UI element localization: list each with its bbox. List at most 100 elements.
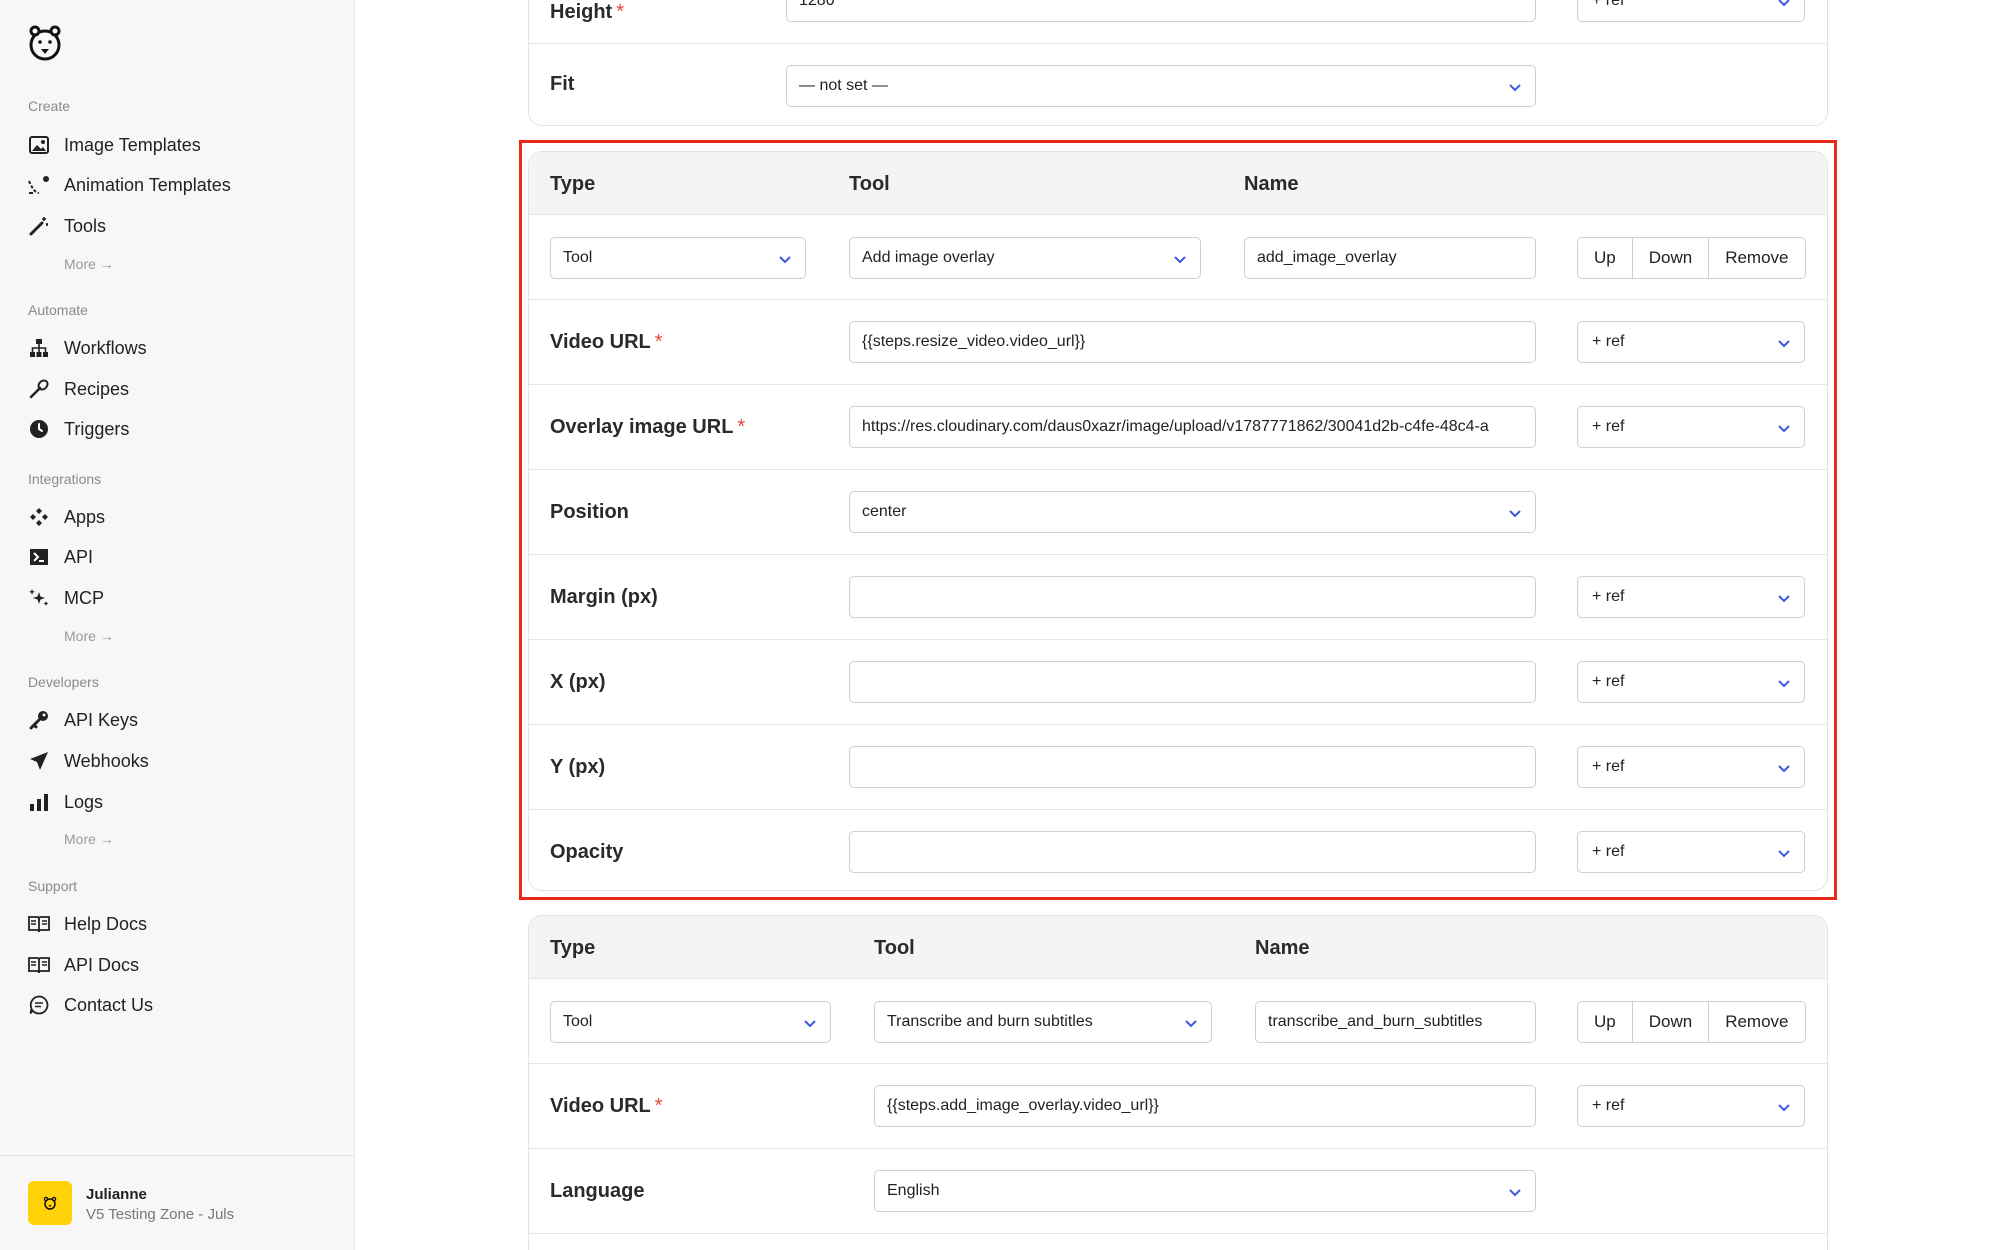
overlay-url-ref-select[interactable]: + ref bbox=[1577, 406, 1805, 448]
opacity-ref-select[interactable]: + ref bbox=[1577, 831, 1805, 873]
type-select[interactable]: Tool bbox=[550, 1001, 831, 1043]
sidebar-item-label: Triggers bbox=[64, 418, 130, 439]
step-config-row: Tool Add image overlay add_image_overlay… bbox=[529, 214, 1827, 299]
sidebar-item-api-docs[interactable]: API Docs bbox=[28, 950, 139, 980]
sidebar-item-label: API Keys bbox=[64, 709, 139, 730]
more-link-integrations[interactable]: More → bbox=[64, 628, 114, 644]
margin-input[interactable] bbox=[849, 576, 1536, 618]
video-url-input[interactable]: {{steps.add_image_overlay.video_url}} bbox=[874, 1085, 1536, 1127]
workspace-name: V5 Testing Zone - Juls bbox=[86, 1206, 235, 1223]
language-select[interactable]: English bbox=[874, 1170, 1536, 1212]
sidebar-item-workflows[interactable]: Workflows bbox=[28, 333, 147, 363]
video-url-ref-select[interactable]: + ref bbox=[1577, 321, 1805, 363]
chevron-down-icon bbox=[779, 256, 791, 264]
avatar bbox=[28, 1181, 72, 1225]
opacity-input[interactable] bbox=[849, 831, 1536, 873]
move-down-button[interactable]: Down bbox=[1631, 1002, 1709, 1042]
height-ref-select[interactable]: + ref bbox=[1577, 0, 1805, 22]
type-header: Type bbox=[550, 173, 596, 195]
chevron-down-icon bbox=[1509, 84, 1521, 92]
sidebar-item-api-keys[interactable]: API Keys bbox=[28, 705, 138, 735]
section-automate: Automate bbox=[28, 302, 88, 318]
position-row: Position center bbox=[529, 469, 1827, 554]
book-icon bbox=[28, 913, 50, 935]
sidebar-item-tools[interactable]: Tools bbox=[28, 211, 106, 241]
sidebar-item-label: Tools bbox=[64, 215, 107, 236]
move-down-button[interactable]: Down bbox=[1631, 238, 1709, 278]
chevron-down-icon bbox=[1509, 510, 1521, 518]
video-url-input[interactable]: {{steps.resize_video.video_url}} bbox=[849, 321, 1536, 363]
spoon-icon bbox=[28, 378, 50, 400]
sidebar-item-label: Logs bbox=[64, 791, 104, 812]
sidebar-item-help-docs[interactable]: Help Docs bbox=[28, 909, 147, 939]
sidebar-item-webhooks[interactable]: Webhooks bbox=[28, 746, 149, 776]
type-select[interactable]: Tool bbox=[550, 237, 806, 279]
section-create: Create bbox=[28, 98, 71, 114]
overlay-url-row: Overlay image URL * https://res.cloudinar… bbox=[529, 384, 1827, 469]
x-ref-select[interactable]: + ref bbox=[1577, 661, 1805, 703]
next-row bbox=[529, 1233, 1827, 1250]
video-url-ref-select[interactable]: + ref bbox=[1577, 1085, 1805, 1127]
fit-label: Fit bbox=[550, 73, 575, 95]
step-config-row: Tool Transcribe and burn subtitles trans… bbox=[529, 978, 1827, 1063]
book-icon bbox=[28, 954, 50, 976]
chevron-down-icon bbox=[1778, 680, 1790, 688]
sidebar-item-apps[interactable]: Apps bbox=[28, 502, 105, 532]
y-input[interactable] bbox=[849, 746, 1536, 788]
sidebar-item-triggers[interactable]: Triggers bbox=[28, 414, 129, 444]
y-ref-select[interactable]: + ref bbox=[1577, 746, 1805, 788]
sidebar-item-label: Contact Us bbox=[64, 994, 154, 1015]
sidebar: Create Image Templates Animation Templat… bbox=[0, 0, 355, 1250]
sidebar-item-mcp[interactable]: MCP bbox=[28, 583, 104, 613]
animation-icon bbox=[28, 174, 50, 196]
y-row: Y (px) + ref bbox=[529, 724, 1827, 809]
user-name: Julianne bbox=[86, 1186, 147, 1203]
clock-icon bbox=[28, 418, 50, 440]
chevron-down-icon bbox=[804, 1020, 816, 1028]
sidebar-item-recipes[interactable]: Recipes bbox=[28, 374, 129, 404]
sidebar-item-contact-us[interactable]: Contact Us bbox=[28, 990, 153, 1020]
tool-select[interactable]: Add image overlay bbox=[849, 237, 1201, 279]
height-input[interactable]: 1280 bbox=[786, 0, 1536, 22]
move-up-button[interactable]: Up bbox=[1578, 1002, 1632, 1042]
bear-logo-icon[interactable] bbox=[28, 20, 62, 64]
step-order-buttons: Up Down Remove bbox=[1577, 237, 1806, 279]
tool-header: Tool bbox=[874, 937, 915, 959]
step-header: Type Tool Name bbox=[529, 152, 1827, 214]
type-header: Type bbox=[550, 937, 596, 959]
sparkles-icon bbox=[28, 587, 50, 609]
position-label: Position bbox=[550, 501, 629, 523]
section-support: Support bbox=[28, 878, 78, 894]
section-developers: Developers bbox=[28, 674, 99, 690]
remove-step-button[interactable]: Remove bbox=[1708, 1002, 1805, 1042]
x-label: X (px) bbox=[550, 671, 606, 693]
tool-select[interactable]: Transcribe and burn subtitles bbox=[874, 1001, 1212, 1043]
magic-wand-icon bbox=[28, 215, 50, 237]
sidebar-item-image-templates[interactable]: Image Templates bbox=[28, 130, 201, 160]
step-name-input[interactable]: add_image_overlay bbox=[1244, 237, 1536, 279]
move-up-button[interactable]: Up bbox=[1578, 238, 1632, 278]
transcribe-subtitles-step-card: Type Tool Name Tool Transcribe and burn … bbox=[528, 915, 1828, 1250]
overlay-url-input[interactable]: https://res.cloudinary.com/daus0xazr/ima… bbox=[849, 406, 1536, 448]
position-select[interactable]: center bbox=[849, 491, 1536, 533]
step-name-input[interactable]: transcribe_and_burn_subtitles bbox=[1255, 1001, 1536, 1043]
sidebar-item-api[interactable]: API bbox=[28, 542, 93, 572]
remove-step-button[interactable]: Remove bbox=[1708, 238, 1805, 278]
sidebar-item-animation-templates[interactable]: Animation Templates bbox=[28, 170, 231, 200]
more-link-developers[interactable]: More → bbox=[64, 831, 114, 847]
more-link-create[interactable]: More → bbox=[64, 256, 114, 272]
sidebar-item-label: Animation Templates bbox=[64, 174, 231, 195]
sidebar-item-logs[interactable]: Logs bbox=[28, 787, 103, 817]
chevron-down-icon bbox=[1778, 1104, 1790, 1112]
x-row: X (px) + ref bbox=[529, 639, 1827, 724]
margin-ref-select[interactable]: + ref bbox=[1577, 576, 1805, 618]
terminal-icon bbox=[28, 546, 50, 568]
chevron-down-icon bbox=[1509, 1189, 1521, 1197]
x-input[interactable] bbox=[849, 661, 1536, 703]
margin-label: Margin (px) bbox=[550, 586, 658, 608]
fit-select[interactable]: — not set — bbox=[786, 65, 1536, 107]
bear-avatar-icon bbox=[43, 1196, 57, 1210]
previous-step-card: Height * 1280 + ref Fit — not set — bbox=[528, 0, 1828, 126]
user-profile[interactable]: Julianne V5 Testing Zone - Juls bbox=[0, 1155, 355, 1250]
sidebar-item-label: Recipes bbox=[64, 378, 130, 399]
